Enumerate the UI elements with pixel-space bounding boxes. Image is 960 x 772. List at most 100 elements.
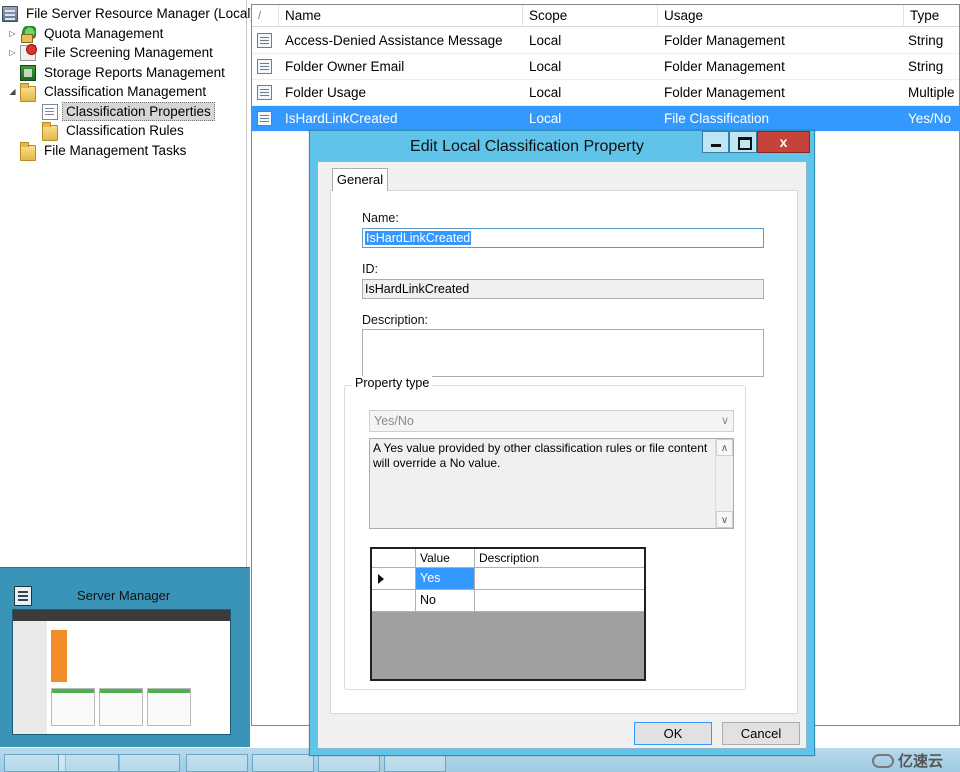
tree-item-label: File Screening Management bbox=[44, 45, 213, 60]
tree-item-label: Classification Rules bbox=[66, 123, 184, 138]
row-usage: Folder Management bbox=[664, 59, 785, 74]
ok-button[interactable]: OK bbox=[634, 722, 712, 745]
storage-reports-icon bbox=[20, 64, 36, 81]
taskbar-button[interactable] bbox=[252, 754, 314, 772]
column-header-type[interactable]: Type bbox=[904, 5, 960, 27]
grid-row-header[interactable] bbox=[372, 590, 416, 612]
chevron-down-icon: ∨ bbox=[720, 415, 729, 427]
property-icon bbox=[257, 33, 272, 48]
tree-item-label: File Server Resource Manager (Local) bbox=[26, 6, 255, 21]
folder-icon bbox=[20, 82, 36, 102]
row-name: Folder Owner Email bbox=[285, 59, 405, 74]
property-type-description-text: A Yes value provided by other classifica… bbox=[373, 441, 708, 470]
expand-arrow-icon[interactable]: ▷ bbox=[8, 29, 17, 38]
tree-item-storage-reports-management[interactable]: Storage Reports Management bbox=[8, 63, 229, 82]
row-scope: Local bbox=[529, 59, 562, 74]
tree-item-label: Classification Properties bbox=[62, 102, 215, 121]
property-type-description: A Yes value provided by other classifica… bbox=[369, 438, 734, 529]
current-row-arrow-icon bbox=[378, 574, 384, 584]
expand-arrow-icon[interactable]: ▷ bbox=[8, 48, 17, 57]
values-grid: Value Description Yes No bbox=[370, 547, 646, 681]
taskbar-button[interactable] bbox=[318, 754, 380, 772]
dialog-client-area: General Name: IsHardLinkCreated ID: IsHa… bbox=[317, 161, 807, 749]
grid-cell-description[interactable] bbox=[475, 568, 644, 590]
id-field[interactable]: IsHardLinkCreated bbox=[362, 279, 764, 299]
row-type: String bbox=[908, 59, 944, 74]
row-type: Multiple bbox=[908, 85, 955, 100]
close-button[interactable]: x bbox=[757, 131, 810, 153]
row-name: Access-Denied Assistance Message bbox=[285, 33, 503, 48]
watermark: 亿速云 bbox=[872, 750, 943, 771]
tree-item-file-management-tasks[interactable]: File Management Tasks bbox=[20, 141, 190, 161]
tree-item-classification-management[interactable]: ◢ Classification Management bbox=[8, 82, 210, 102]
collapse-arrow-icon[interactable]: ◢ bbox=[8, 87, 17, 96]
row-usage: Folder Management bbox=[664, 85, 785, 100]
grid-corner-header bbox=[372, 549, 416, 568]
tree-item-quota-management[interactable]: ▷ Quota Management bbox=[8, 24, 167, 43]
grid-cell-value[interactable]: No bbox=[416, 590, 475, 612]
maximize-button[interactable] bbox=[729, 131, 757, 153]
tree-item-label: Storage Reports Management bbox=[44, 65, 225, 80]
folder-icon bbox=[20, 141, 36, 161]
row-scope: Local bbox=[529, 85, 562, 100]
description-scrollbar[interactable]: ∧ ∨ bbox=[715, 439, 733, 528]
name-label: Name: bbox=[362, 211, 399, 225]
taskbar-button[interactable] bbox=[384, 754, 446, 772]
sort-indicator[interactable]: / bbox=[252, 5, 279, 27]
tree-item-classification-rules[interactable]: Classification Rules bbox=[42, 121, 188, 141]
thumbnail-window-preview bbox=[12, 609, 231, 735]
file-screen-icon bbox=[20, 43, 37, 61]
property-type-label: Property type bbox=[352, 376, 433, 390]
tab-general[interactable]: General bbox=[332, 168, 388, 191]
grid-cell-description[interactable] bbox=[475, 590, 644, 612]
tree-item-label: Quota Management bbox=[44, 26, 164, 41]
taskbar-button[interactable] bbox=[4, 754, 66, 772]
tree-item-file-screening-management[interactable]: ▷ File Screening Management bbox=[8, 43, 217, 62]
server-manager-icon bbox=[14, 586, 32, 606]
grid-cell-value[interactable]: Yes bbox=[416, 568, 475, 590]
column-header-name[interactable]: Name bbox=[279, 5, 523, 27]
column-header-scope[interactable]: Scope bbox=[523, 5, 658, 27]
tree-item-fsrm-root[interactable]: File Server Resource Manager (Local) bbox=[2, 4, 259, 23]
column-header-usage[interactable]: Usage bbox=[658, 5, 904, 27]
name-field[interactable]: IsHardLinkCreated bbox=[362, 228, 764, 248]
watermark-text: 亿速云 bbox=[898, 753, 944, 770]
description-field[interactable] bbox=[362, 329, 764, 377]
page-icon bbox=[42, 103, 58, 120]
row-scope: Local bbox=[529, 33, 562, 48]
taskbar-thumbnail-preview[interactable]: Server Manager bbox=[0, 567, 250, 747]
quota-icon bbox=[20, 25, 36, 43]
grid-row-header[interactable] bbox=[372, 568, 416, 590]
tree-item-label: Classification Management bbox=[44, 84, 207, 99]
grid-header-value[interactable]: Value bbox=[416, 549, 475, 568]
list-header: / Name Scope Usage Type bbox=[252, 5, 959, 27]
row-scope: Local bbox=[529, 111, 562, 126]
folder-icon bbox=[42, 121, 58, 141]
scroll-down-icon[interactable]: ∨ bbox=[716, 511, 733, 528]
taskbar-button[interactable] bbox=[58, 754, 120, 772]
row-type: String bbox=[908, 33, 944, 48]
row-name: Folder Usage bbox=[285, 85, 367, 100]
table-row[interactable]: Folder Owner Email Local Folder Manageme… bbox=[252, 54, 959, 80]
grid-header-description[interactable]: Description bbox=[475, 549, 644, 568]
server-icon bbox=[2, 5, 18, 22]
taskbar-button[interactable] bbox=[186, 754, 248, 772]
property-type-dropdown[interactable]: Yes/No ∨ bbox=[369, 410, 734, 432]
table-row-selected[interactable]: IsHardLinkCreated Local File Classificat… bbox=[252, 106, 959, 132]
table-row[interactable]: Folder Usage Local Folder Management Mul… bbox=[252, 80, 959, 106]
taskbar-button[interactable] bbox=[118, 754, 180, 772]
tree-item-classification-properties[interactable]: Classification Properties bbox=[42, 102, 215, 121]
property-icon bbox=[257, 111, 272, 126]
thumbnail-title: Server Manager bbox=[77, 588, 171, 603]
scroll-up-icon[interactable]: ∧ bbox=[716, 439, 733, 456]
table-row[interactable]: Access-Denied Assistance Message Local F… bbox=[252, 28, 959, 54]
property-type-value: Yes/No bbox=[374, 414, 414, 428]
cancel-button[interactable]: Cancel bbox=[722, 722, 800, 745]
row-usage: File Classification bbox=[664, 111, 770, 126]
row-usage: Folder Management bbox=[664, 33, 785, 48]
id-label: ID: bbox=[362, 262, 378, 276]
tab-panel-general: Name: IsHardLinkCreated ID: IsHardLinkCr… bbox=[330, 190, 798, 714]
edit-classification-property-dialog: Edit Local Classification Property x Gen… bbox=[309, 130, 815, 756]
description-label: Description: bbox=[362, 313, 428, 327]
minimize-button[interactable] bbox=[702, 131, 729, 153]
